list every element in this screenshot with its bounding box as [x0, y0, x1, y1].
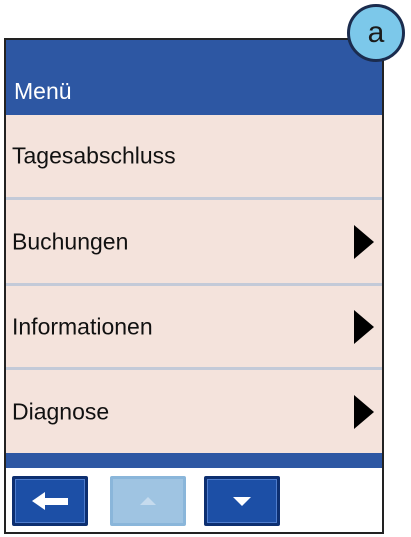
menu-item-tagesabschluss[interactable]: Tagesabschluss — [6, 115, 382, 200]
triangle-up-icon — [140, 497, 156, 505]
title-bar: Menü — [6, 40, 382, 115]
scroll-down-button[interactable] — [204, 476, 280, 526]
menu-item-buchungen[interactable]: Buchungen — [6, 200, 382, 286]
menu-item-label: Buchungen — [12, 228, 129, 254]
device-screen: Menü Tagesabschluss Buchungen Informatio… — [4, 38, 384, 534]
menu-item-label: Diagnose — [12, 398, 110, 424]
page-title: Menü — [14, 78, 72, 104]
scroll-up-button[interactable] — [110, 476, 186, 526]
menu-item-label: Tagesabschluss — [12, 142, 176, 169]
divider-strip — [6, 453, 382, 468]
menu-item-diagnose[interactable]: Diagnose — [6, 370, 382, 453]
arrow-left-icon — [32, 492, 68, 510]
back-button[interactable] — [12, 476, 88, 526]
badge-letter: a — [367, 16, 385, 49]
bottom-toolbar — [6, 468, 382, 532]
triangle-down-icon — [233, 496, 251, 506]
figure-label-badge: a — [347, 4, 405, 62]
submenu-arrow-icon — [354, 394, 374, 429]
menu-item-informationen[interactable]: Informationen — [6, 286, 382, 370]
submenu-arrow-icon — [354, 224, 374, 259]
menu-item-label: Informationen — [12, 313, 153, 339]
submenu-arrow-icon — [354, 309, 374, 344]
